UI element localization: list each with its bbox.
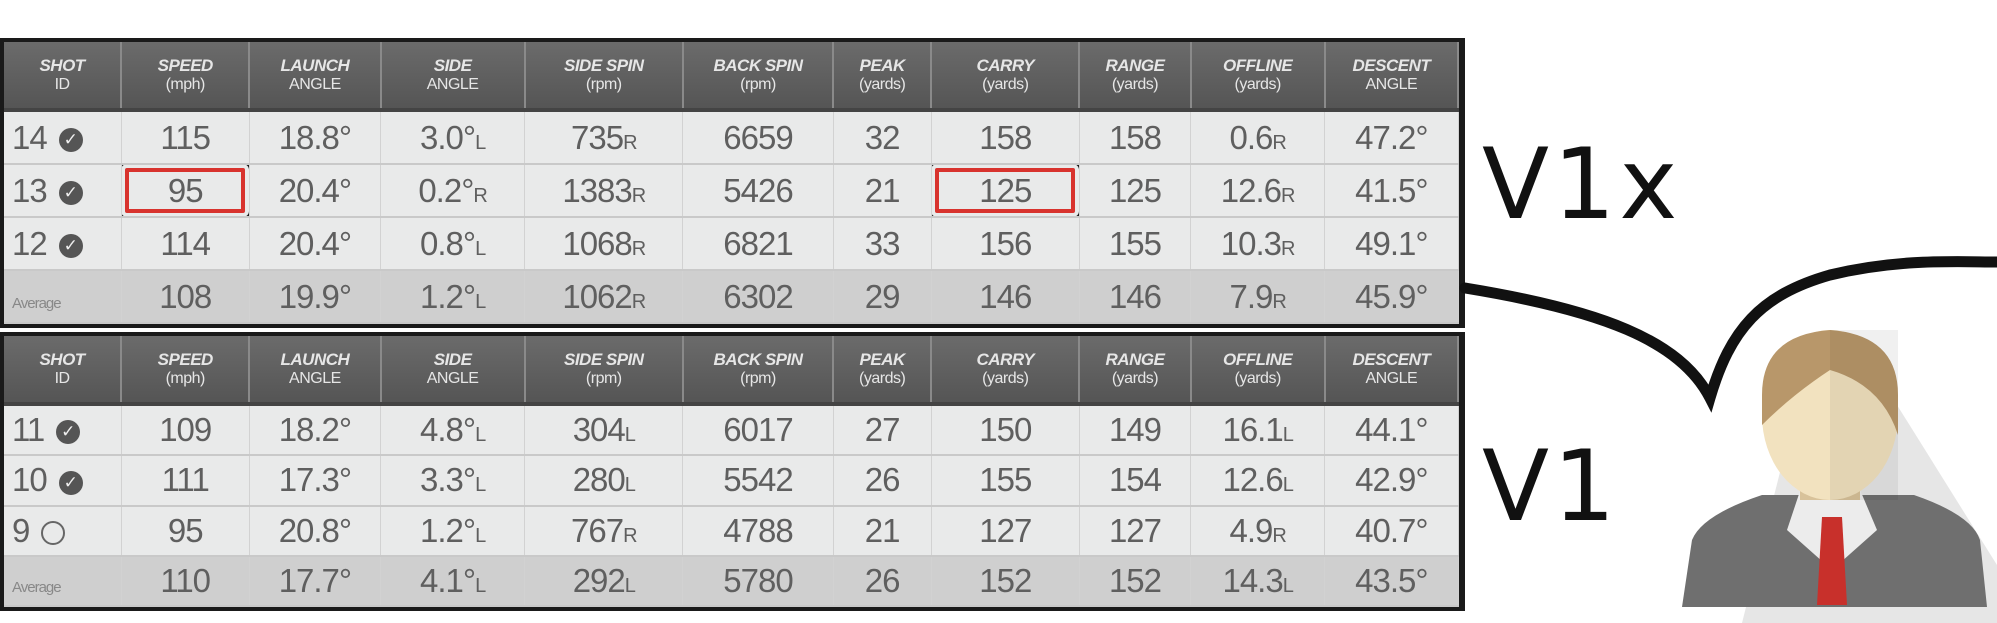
businessman-avatar-icon xyxy=(1682,330,1997,623)
